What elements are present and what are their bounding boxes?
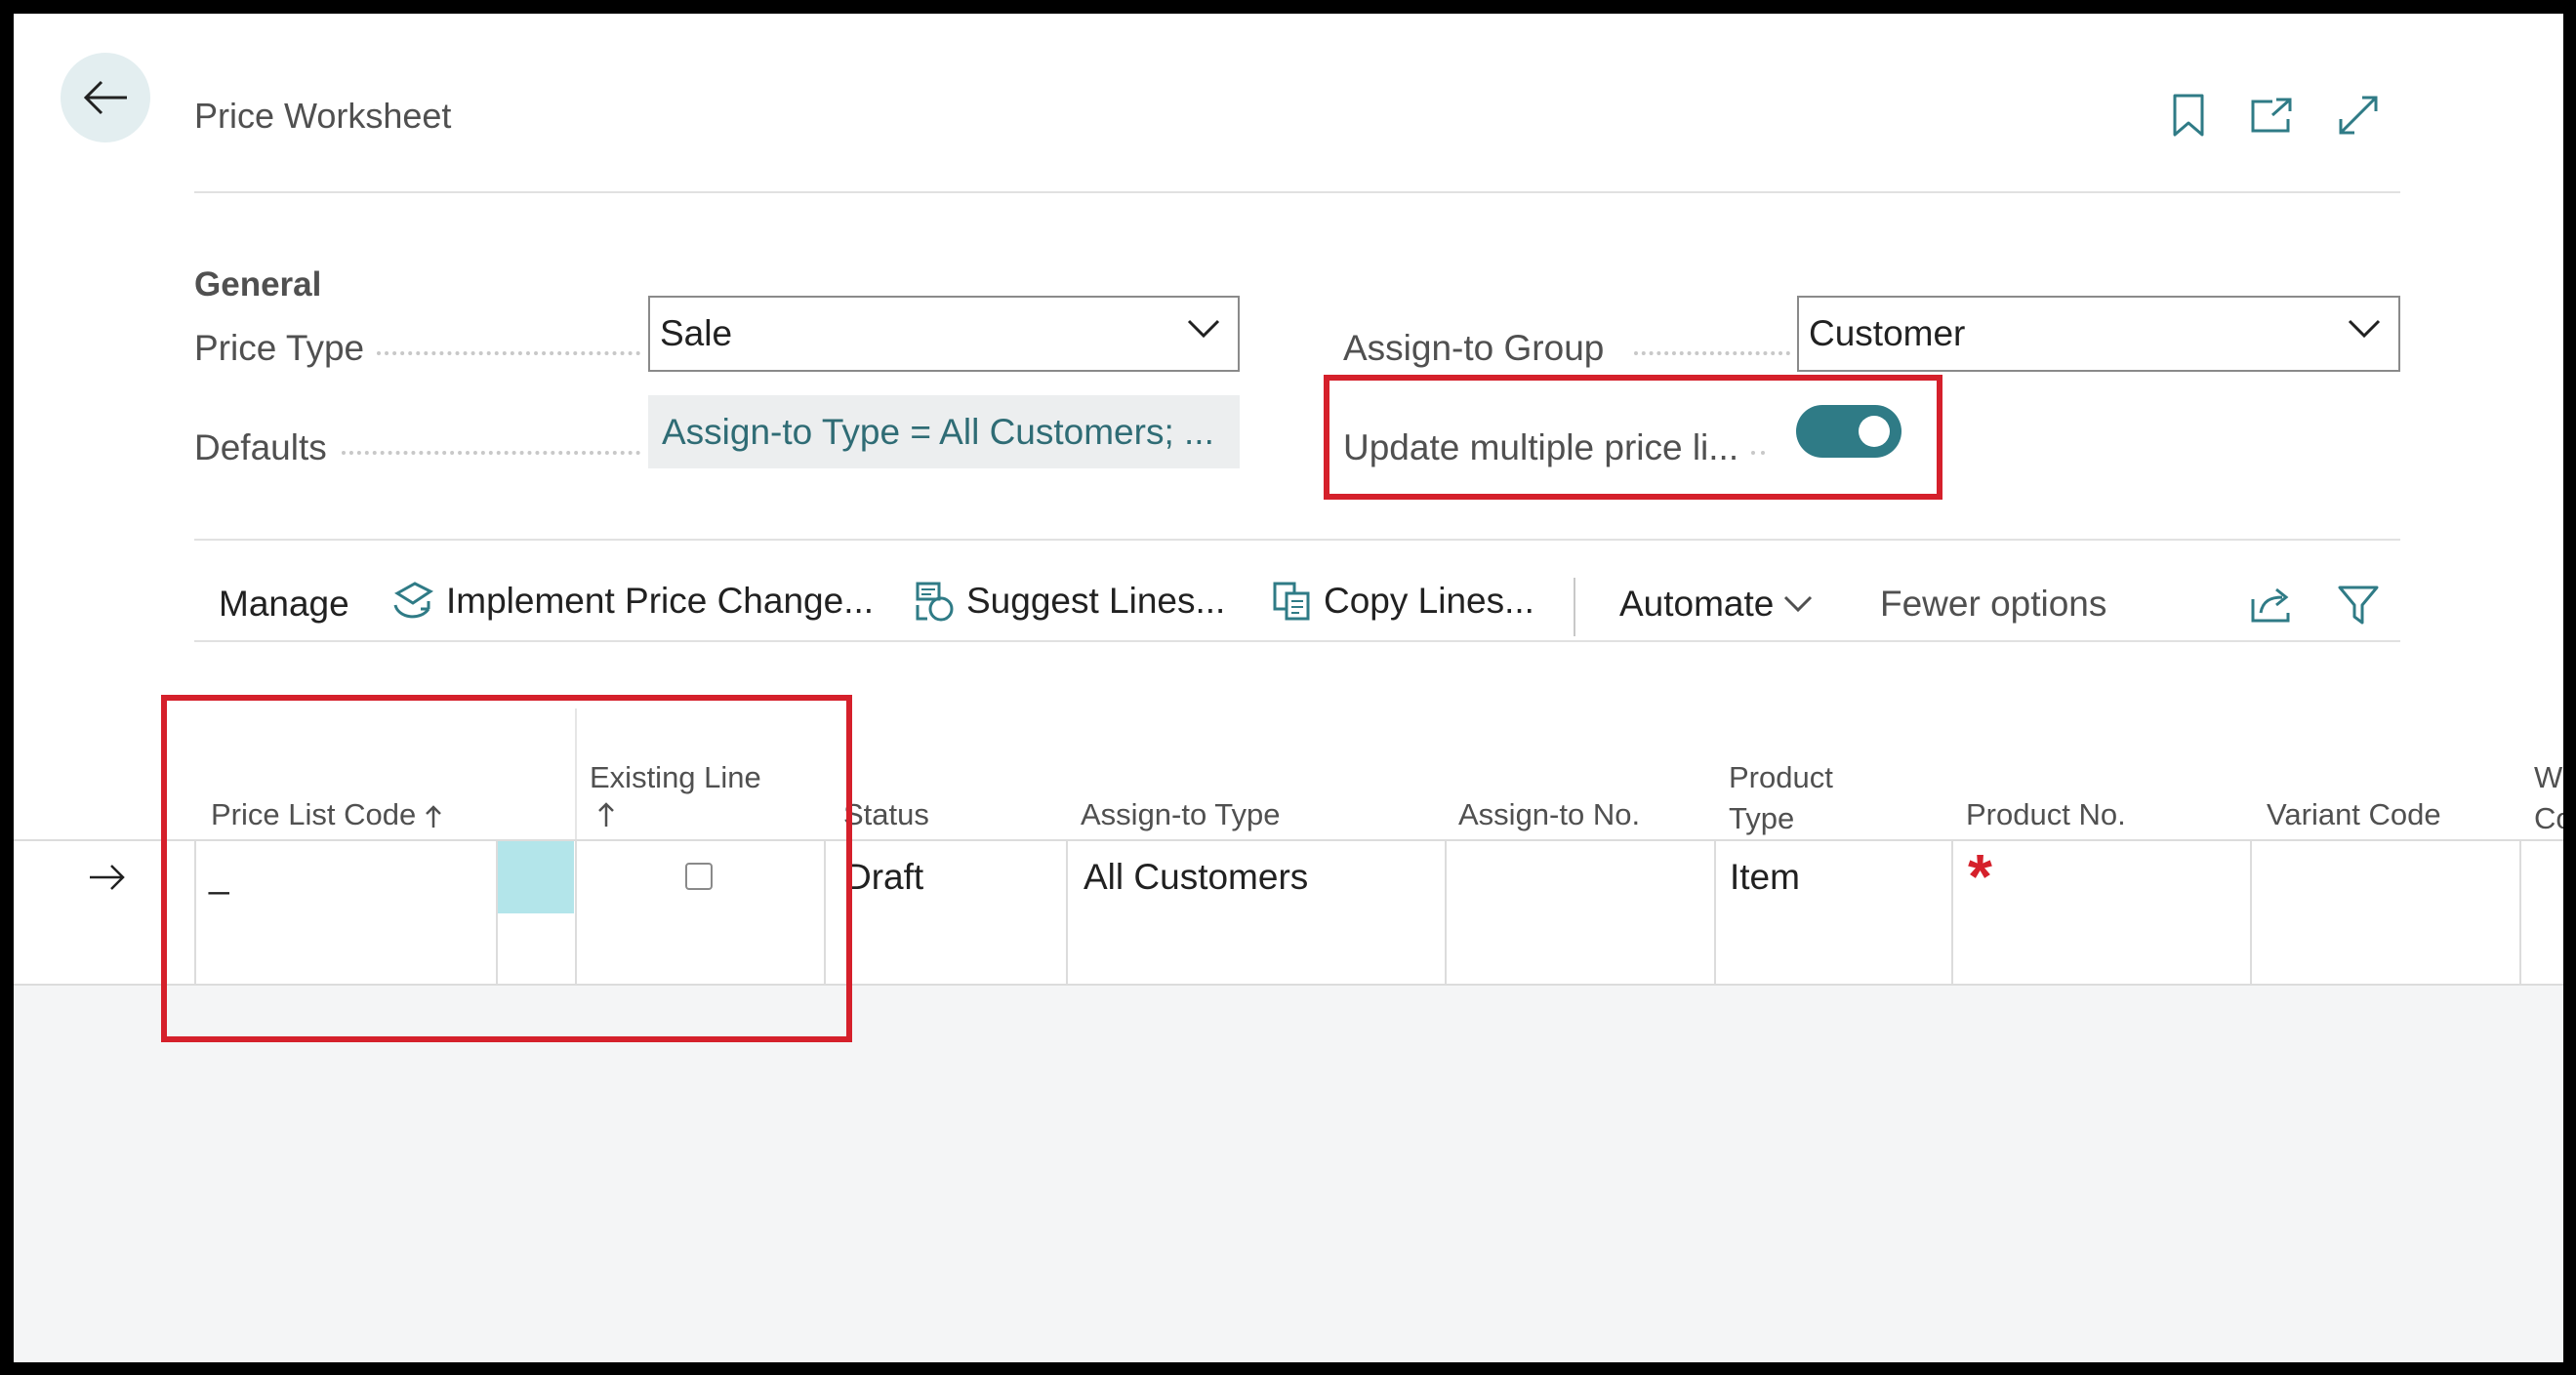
chevron-down-icon: [2348, 319, 2381, 339]
copy-lines-icon: [1273, 582, 1310, 621]
assign-to-group-label: Assign-to Group: [1343, 328, 1605, 368]
fewer-options-button[interactable]: Fewer options: [1880, 584, 2106, 625]
back-button[interactable]: [61, 53, 150, 142]
expand-icon: [2339, 96, 2378, 135]
bookmark-icon: [2173, 94, 2204, 137]
cell-divider: [1066, 913, 1068, 984]
assign-to-type-cell[interactable]: All Customers: [1084, 857, 1308, 898]
copy-lines-button[interactable]: Copy Lines...: [1271, 580, 1534, 623]
chevron-down-icon: [1784, 595, 1813, 613]
cell-divider: [1714, 841, 1716, 913]
cell-divider: [1066, 841, 1068, 913]
col-header-status[interactable]: Status: [843, 794, 929, 835]
highlight-box-columns: [161, 695, 852, 1042]
cell-divider: [1714, 913, 1716, 984]
suggest-lines-button[interactable]: Suggest Lines...: [914, 580, 1225, 623]
share-icon: [2251, 587, 2290, 623]
defaults-link[interactable]: Assign-to Type = All Customers; ...: [648, 395, 1240, 468]
implement-price-change-button[interactable]: Implement Price Change...: [391, 580, 874, 623]
highlight-box-toggle: [1324, 375, 1942, 500]
implement-price-change-icon: [393, 582, 433, 619]
general-section-title: General: [194, 265, 322, 303]
price-type-select[interactable]: Sale: [648, 296, 1240, 372]
assign-to-group-select[interactable]: Customer: [1797, 296, 2400, 372]
col-header-label-line-1: Product: [1729, 760, 1833, 794]
price-type-leader-dots: [377, 351, 640, 355]
col-header-product-no[interactable]: Product No.: [1966, 794, 2126, 835]
assign-to-group-value: Customer: [1809, 313, 1966, 353]
cell-divider: [2519, 841, 2521, 913]
price-type-value: Sale: [660, 313, 733, 353]
col-header-label-line-2: Type: [1729, 801, 1795, 835]
defaults-label: Defaults: [194, 427, 327, 467]
open-in-new-window-icon: [2251, 98, 2292, 133]
status-cell[interactable]: Draft: [845, 857, 923, 898]
share-button[interactable]: [2244, 578, 2299, 632]
bookmark-button[interactable]: [2161, 88, 2216, 142]
col-header-variant-code[interactable]: Variant Code: [2267, 794, 2441, 835]
col-header-assign-to-type[interactable]: Assign-to Type: [1081, 794, 1280, 835]
header-divider: [194, 191, 2400, 193]
assign-to-group-leader-dots: [1634, 351, 1790, 355]
filter-icon: [2338, 586, 2379, 625]
filter-button[interactable]: [2331, 578, 2386, 632]
price-type-label: Price Type: [194, 328, 365, 368]
col-header-next-column[interactable]: W Co: [2534, 757, 2563, 839]
automate-menu[interactable]: Automate: [1619, 584, 1813, 625]
cell-divider: [1445, 913, 1447, 984]
implement-price-change-label: Implement Price Change...: [446, 581, 875, 621]
actions-bottom-divider: [194, 640, 2400, 642]
cell-divider: [1951, 913, 1953, 984]
price-worksheet-window: Price Worksheet General Price Type Sale …: [14, 14, 2563, 1362]
suggest-lines-icon: [916, 582, 954, 622]
actions-separator: [1574, 578, 1575, 636]
chevron-down-icon: [1187, 319, 1220, 339]
page-title: Price Worksheet: [194, 96, 452, 136]
col-header-assign-to-no[interactable]: Assign-to No.: [1458, 794, 1640, 835]
required-marker: *: [1968, 841, 1992, 911]
automate-label: Automate: [1619, 584, 1775, 624]
product-type-cell[interactable]: Item: [1730, 857, 1800, 898]
cell-divider: [2250, 913, 2252, 984]
copy-lines-label: Copy Lines...: [1324, 581, 1534, 621]
col-header-label-line-2: Co: [2534, 801, 2563, 835]
manage-menu[interactable]: Manage: [219, 584, 349, 625]
col-header-label-line-1: W: [2534, 760, 2563, 794]
defaults-leader-dots: [342, 451, 640, 455]
col-header-product-type[interactable]: Product Type: [1729, 757, 1833, 839]
actions-top-divider: [194, 539, 2400, 541]
suggest-lines-label: Suggest Lines...: [966, 581, 1226, 621]
cell-divider: [2519, 913, 2521, 984]
product-no-cell[interactable]: [1951, 841, 2250, 913]
cell-divider: [2250, 841, 2252, 913]
open-new-window-button[interactable]: [2244, 88, 2299, 142]
arrow-left-icon: [83, 80, 127, 115]
cell-divider: [1445, 841, 1447, 913]
expand-button[interactable]: [2331, 88, 2386, 142]
arrow-right-icon: [90, 865, 125, 890]
